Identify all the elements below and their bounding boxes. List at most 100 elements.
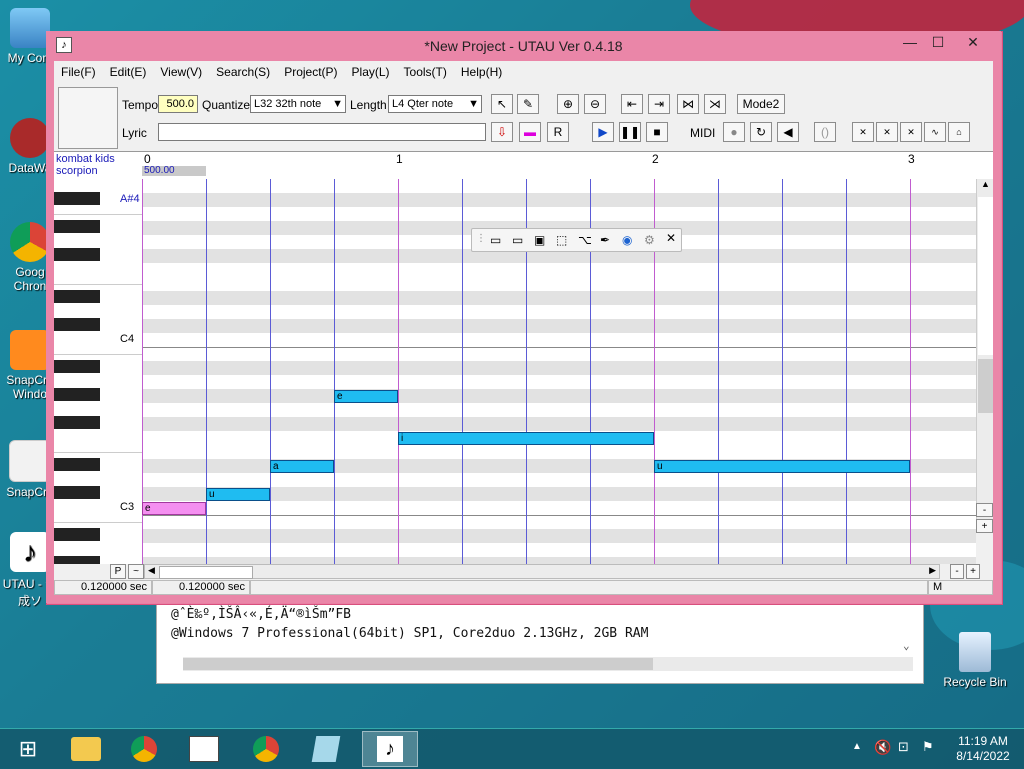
black-key[interactable]: [54, 486, 100, 499]
join-button[interactable]: ⋊: [704, 94, 726, 114]
note-block[interactable]: a: [270, 460, 334, 473]
zoom-in-horizontal-button[interactable]: +: [966, 564, 980, 579]
plugin-button-1[interactable]: ✕: [852, 122, 874, 142]
show-hidden-icons-icon[interactable]: ▲: [852, 741, 862, 752]
horizontal-scrollbar[interactable]: [183, 657, 913, 671]
scrollbar-thumb[interactable]: [159, 566, 253, 579]
black-key[interactable]: [54, 458, 100, 471]
quantize-select[interactable]: L32 32th note ▼: [250, 95, 346, 113]
plugin-button-4[interactable]: ∿: [924, 122, 946, 142]
menu-file[interactable]: File(F): [54, 65, 103, 79]
plugin-button-5[interactable]: ⌂: [948, 122, 970, 142]
maximize-button[interactable]: ☐: [923, 31, 953, 53]
taskbar-chrome[interactable]: [116, 731, 172, 767]
note-block[interactable]: e: [142, 502, 206, 515]
horizontal-scrollbar[interactable]: ◀ ▶: [144, 564, 940, 579]
p-button[interactable]: P: [110, 564, 126, 579]
window-icon[interactable]: ▭: [490, 233, 501, 247]
record-button[interactable]: ●: [723, 122, 745, 142]
speaker-button[interactable]: ◀: [777, 122, 799, 142]
note-block[interactable]: u: [654, 460, 910, 473]
menu-play[interactable]: Play(L): [345, 65, 397, 79]
insert-note-button[interactable]: ⇩: [491, 122, 513, 142]
note-block[interactable]: u: [206, 488, 270, 501]
minimize-button[interactable]: —: [895, 31, 925, 53]
grip-icon[interactable]: ⋮: [476, 233, 486, 244]
scroll-up-icon[interactable]: ▲: [977, 179, 994, 195]
black-key[interactable]: [54, 248, 100, 261]
zoom-in-vertical-button[interactable]: +: [976, 519, 993, 533]
network-icon[interactable]: ⊡: [898, 739, 909, 755]
piano-keyboard[interactable]: A#4 C4 C3: [54, 179, 143, 564]
plugin-button-2[interactable]: ✕: [876, 122, 898, 142]
black-key[interactable]: [54, 416, 100, 429]
black-key[interactable]: [54, 360, 100, 373]
scrollbar-thumb[interactable]: [978, 359, 993, 413]
black-key[interactable]: [54, 318, 100, 331]
menu-search[interactable]: Search(S): [209, 65, 277, 79]
timeline-ruler[interactable]: kombat kids scorpion 500.00 0 1 2 3: [54, 151, 993, 181]
black-key[interactable]: [54, 388, 100, 401]
stop-button[interactable]: ■: [646, 122, 668, 142]
black-key[interactable]: [54, 192, 100, 205]
tempo-input[interactable]: 500.0: [158, 95, 198, 113]
capture-icon[interactable]: ⌥: [578, 233, 592, 247]
render-button[interactable]: R: [547, 122, 569, 142]
scroll-left-icon[interactable]: ◀: [148, 565, 155, 576]
menu-help[interactable]: Help(H): [454, 65, 509, 79]
gear-icon[interactable]: ⚙: [644, 233, 655, 247]
split-button[interactable]: ⋈: [677, 94, 699, 114]
menu-project[interactable]: Project(P): [277, 65, 344, 79]
scrollbar-thumb[interactable]: [183, 658, 653, 670]
note-block[interactable]: e: [334, 390, 398, 403]
length-select[interactable]: L4 Qter note ▼: [388, 95, 482, 113]
play-button[interactable]: ▶: [592, 122, 614, 142]
zoom-out-vertical-button[interactable]: -: [976, 503, 993, 517]
pointer-tool-button[interactable]: ↖: [491, 94, 513, 114]
taskbar-explorer[interactable]: [58, 731, 114, 767]
lyric-input[interactable]: [158, 123, 486, 141]
scroll-right-icon[interactable]: ▶: [929, 565, 936, 576]
clock[interactable]: 11:19 AM 8/14/2022: [948, 734, 1018, 764]
black-key[interactable]: [54, 528, 100, 541]
zoom-out-horizontal-button[interactable]: -: [950, 564, 964, 579]
note-block[interactable]: i: [398, 432, 654, 445]
black-key[interactable]: [54, 556, 100, 564]
taskbar-notepad[interactable]: [298, 731, 354, 767]
tilde-button[interactable]: ~: [128, 564, 144, 579]
floating-toolbar[interactable]: ⋮ ▭ ▭ ▣ ⬚ ⌥ ✒ ◉ ⚙ ✕: [471, 228, 682, 252]
start-button[interactable]: ⊞: [0, 731, 56, 767]
loop-button[interactable]: ↻: [750, 122, 772, 142]
insert-rest-button[interactable]: ▬: [519, 122, 541, 142]
region-icon[interactable]: ⬚: [556, 233, 567, 247]
chevron-down-icon[interactable]: ⌄: [903, 639, 910, 652]
taskbar-chrome-2[interactable]: [238, 731, 294, 767]
go-end-button[interactable]: ⇥: [648, 94, 670, 114]
pencil-tool-button[interactable]: ✎: [517, 94, 539, 114]
browser-icon[interactable]: ◉: [622, 233, 632, 247]
eyedropper-icon[interactable]: ✒: [600, 233, 610, 247]
vertical-scrollbar[interactable]: ▲: [976, 179, 994, 519]
menu-view[interactable]: View(V): [153, 65, 209, 79]
metronome-button[interactable]: (): [814, 122, 836, 142]
zoom-in-button[interactable]: ⊕: [557, 94, 579, 114]
taskbar-utau[interactable]: ♪: [362, 731, 418, 767]
zoom-out-button[interactable]: ⊖: [584, 94, 606, 114]
window-icon[interactable]: ▭: [512, 233, 523, 247]
speaker-muted-icon[interactable]: 🔇: [874, 739, 891, 756]
menu-edit[interactable]: Edit(E): [103, 65, 154, 79]
close-icon[interactable]: ✕: [666, 231, 676, 245]
taskbar-app[interactable]: [176, 731, 232, 767]
menu-tools[interactable]: Tools(T): [397, 65, 454, 79]
black-key[interactable]: [54, 220, 100, 233]
pause-button[interactable]: ❚❚: [619, 122, 641, 142]
go-start-button[interactable]: ⇤: [621, 94, 643, 114]
mode2-button[interactable]: Mode2: [737, 94, 785, 114]
plugin-button-3[interactable]: ✕: [900, 122, 922, 142]
title-bar[interactable]: ♪ *New Project - UTAU Ver 0.4.18 — ☐ ✕: [46, 31, 1001, 61]
close-button[interactable]: ✕: [953, 31, 993, 53]
desktop-icon-recycle-bin[interactable]: Recycle Bin: [942, 632, 1008, 689]
action-center-icon[interactable]: ⚑: [922, 739, 934, 755]
black-key[interactable]: [54, 290, 100, 303]
monitor-icon[interactable]: ▣: [534, 233, 545, 247]
